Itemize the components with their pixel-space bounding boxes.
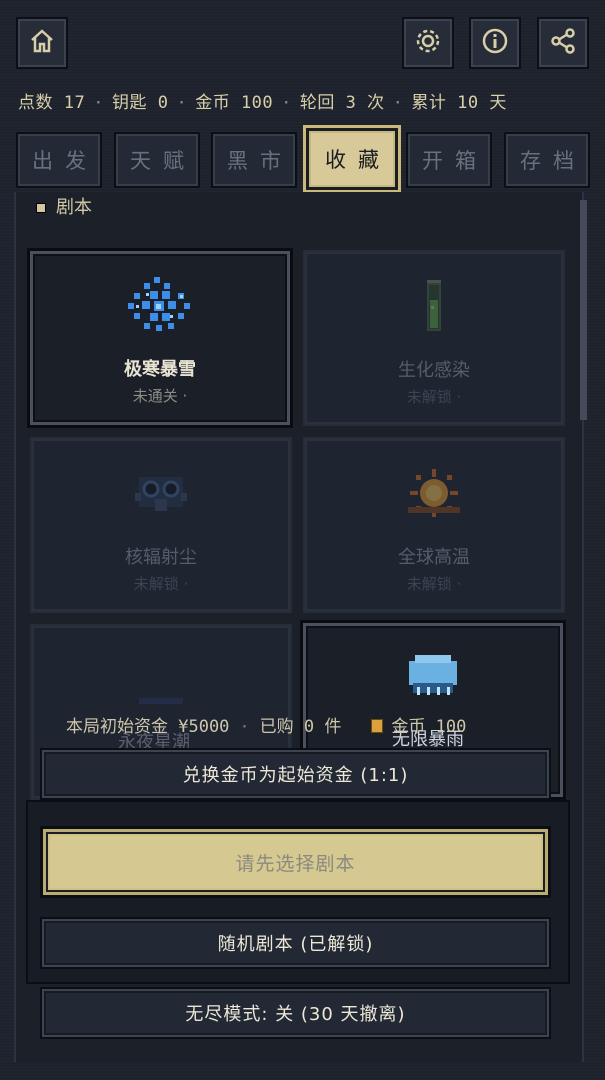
tab-black-market[interactable]: 黑市	[211, 132, 297, 188]
section-header: 剧本	[36, 193, 92, 219]
exchange-coins-button[interactable]: 兑换金币为起始资金 (1:1)	[40, 748, 551, 800]
tab-open-box[interactable]: 开箱	[406, 132, 492, 188]
scenario-card-blizzard[interactable]: 极寒暴雪 未通关 ·	[27, 248, 293, 428]
total-days-stat: 累计 10 天	[411, 93, 507, 113]
section-title: 剧本	[56, 197, 92, 218]
section-marker-icon	[36, 203, 46, 213]
scenario-card-heatwave[interactable]: 全球高温 未解锁 ·	[303, 437, 565, 613]
fund-summary: 本局初始资金 ¥5000 · 已购 0 件金币 100	[66, 717, 467, 737]
scenario-status: 未解锁 ·	[406, 575, 462, 593]
random-scenario-button[interactable]: 随机剧本 (已解锁)	[40, 917, 551, 969]
scenario-name: 全球高温	[398, 547, 470, 568]
coin-icon	[371, 719, 384, 733]
purchased-count: 已购 0 件	[259, 717, 342, 737]
scenario-name: 生化感染	[398, 360, 470, 381]
home-icon	[28, 27, 56, 59]
cloud-icon	[397, 647, 469, 707]
gear-icon	[413, 26, 443, 60]
rounds-stat: 轮回 3 次	[299, 93, 385, 113]
moon-icon	[125, 650, 197, 710]
home-button[interactable]	[16, 17, 68, 69]
scenario-card-biohazard[interactable]: 生化感染 未解锁 ·	[303, 250, 565, 426]
share-button[interactable]	[537, 17, 589, 69]
scrollbar[interactable]	[580, 200, 587, 420]
test-tube-icon	[398, 276, 470, 336]
endless-mode-toggle[interactable]: 无尽模式: 关 (30 天撤离)	[40, 987, 551, 1039]
scenario-name: 核辐射尘	[125, 547, 197, 568]
tab-depart[interactable]: 出发	[16, 132, 102, 188]
start-button[interactable]: 请先选择剧本	[40, 826, 551, 898]
scenario-card-fallout[interactable]: 核辐射尘 未解锁 ·	[30, 437, 292, 613]
scenario-status: 未解锁 ·	[406, 388, 462, 406]
info-icon	[480, 26, 510, 60]
stats-bar: 点数 17 · 钥匙 0 · 金币 100 · 轮回 3 次 · 累计 10 天	[18, 93, 507, 113]
tab-save[interactable]: 存档	[504, 132, 590, 188]
scenario-status: 未通关 ·	[132, 387, 188, 405]
tab-collection[interactable]: 收藏	[303, 125, 401, 193]
share-icon	[548, 26, 578, 60]
info-button[interactable]	[469, 17, 521, 69]
settings-button[interactable]	[402, 17, 454, 69]
sun-icon	[398, 463, 470, 523]
initial-fund: 本局初始资金 ¥5000	[66, 717, 230, 737]
scenario-name: 极寒暴雪	[124, 359, 196, 380]
tab-talent[interactable]: 天赋	[114, 132, 200, 188]
scenario-status: 未解锁 ·	[133, 575, 189, 593]
keys-stat: 钥匙 0	[111, 93, 169, 113]
points-stat: 点数 17	[18, 93, 86, 113]
gas-mask-icon	[125, 463, 197, 523]
snowflake-icon	[124, 275, 196, 335]
coin-balance: 金币 100	[391, 717, 467, 737]
coins-stat: 金币 100	[195, 93, 274, 113]
